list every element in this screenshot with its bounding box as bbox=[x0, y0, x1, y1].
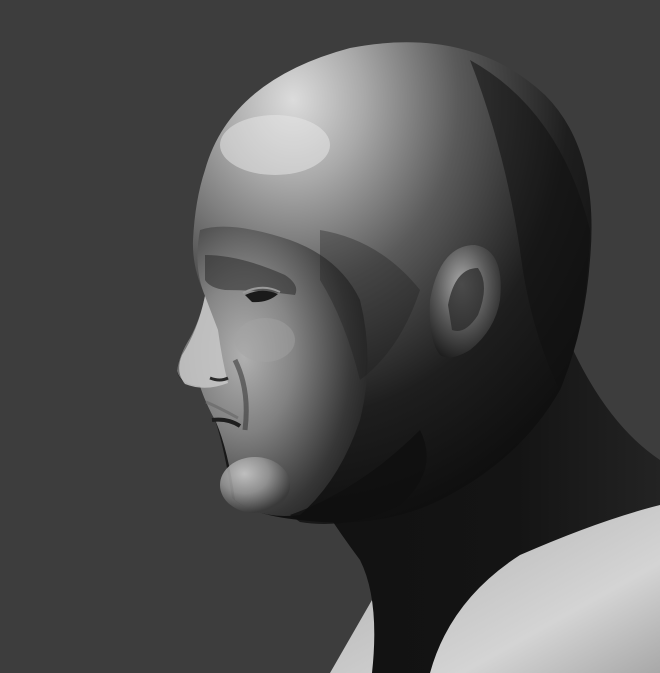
cheek-highlight bbox=[235, 318, 295, 362]
render-viewport bbox=[0, 0, 660, 673]
head-sculpture-image bbox=[0, 0, 660, 673]
forehead-highlight bbox=[220, 115, 330, 175]
chin bbox=[220, 457, 290, 513]
